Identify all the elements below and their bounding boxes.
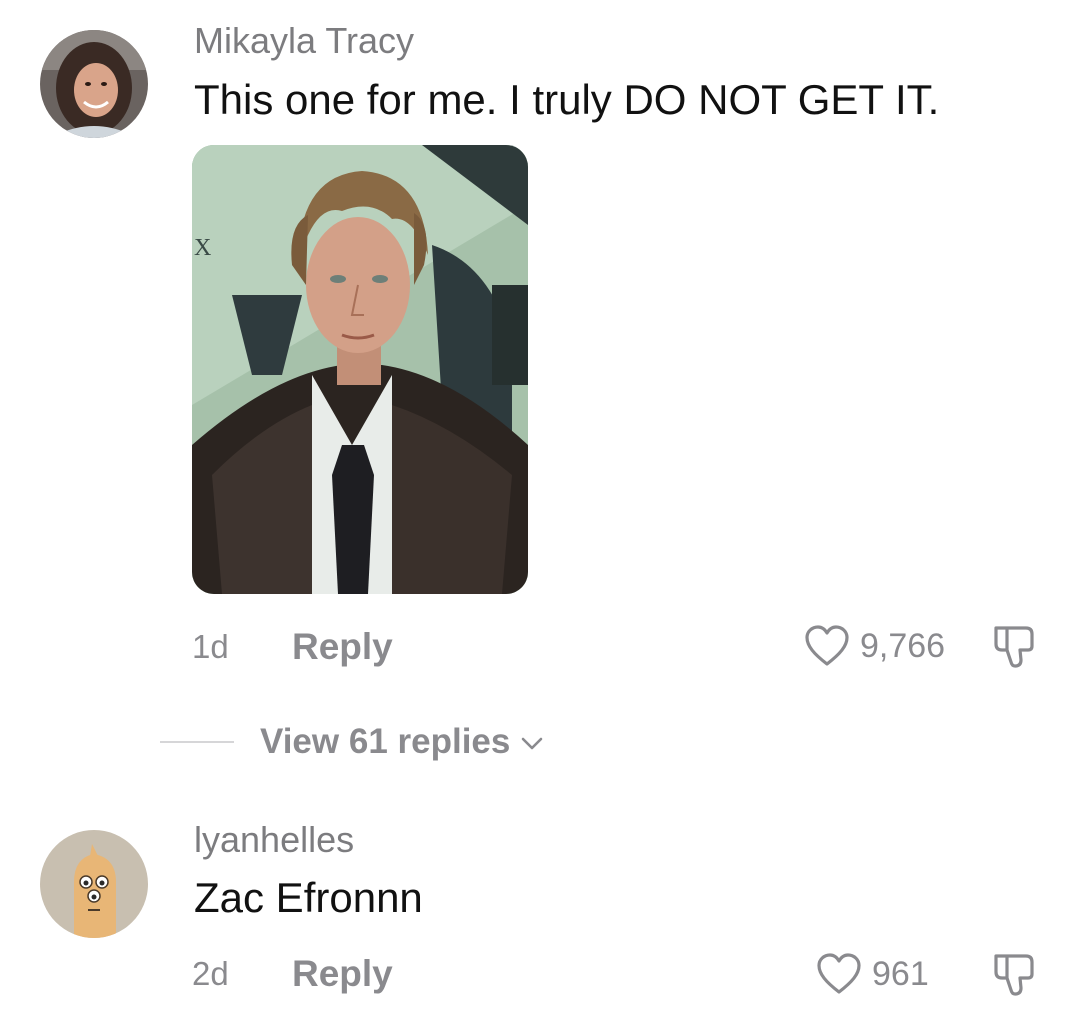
attached-photo: X [192, 145, 528, 594]
like-count: 9,766 [860, 626, 946, 665]
comment-username[interactable]: lyanhelles [194, 819, 354, 861]
comment-text: Zac Efronnn [194, 874, 423, 921]
avatar[interactable] [40, 30, 148, 138]
view-replies-label: View 61 replies [260, 722, 511, 761]
reply-button[interactable]: Reply [292, 626, 393, 668]
reply-button[interactable]: Reply [292, 953, 393, 995]
view-replies-button[interactable]: View 61 replies [160, 722, 544, 762]
like-button[interactable]: 9,766 [804, 624, 945, 668]
avatar-photo [40, 30, 148, 138]
thumbs-down-icon [994, 626, 1034, 668]
like-count: 961 [872, 954, 929, 993]
like-button[interactable]: 961 [816, 952, 929, 996]
comment-timestamp: 2d [192, 955, 229, 992]
chevron-down-icon [522, 737, 543, 750]
comment-timestamp: 1d [192, 628, 229, 665]
heart-outline-icon [805, 625, 849, 666]
comment-text: This one for me. I truly DO NOT GET IT. [194, 76, 940, 123]
comment-username[interactable]: Mikayla Tracy [194, 20, 414, 62]
dislike-button[interactable] [990, 622, 1040, 672]
dislike-button[interactable] [990, 950, 1040, 1000]
avatar-illustration [40, 830, 148, 938]
replies-divider-line [160, 741, 234, 743]
thumbs-down-icon [994, 954, 1034, 996]
background-text: X [194, 235, 211, 261]
heart-outline-icon [817, 953, 861, 994]
avatar[interactable] [40, 830, 148, 938]
comment-attached-image[interactable]: X [192, 145, 528, 594]
